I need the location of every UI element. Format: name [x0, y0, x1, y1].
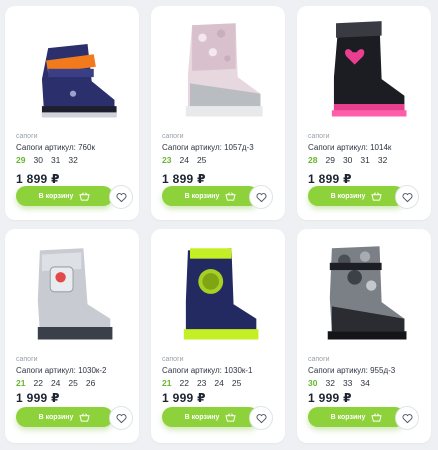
- product-price: 1 999 ₽: [162, 391, 206, 405]
- size-option[interactable]: 34: [360, 378, 369, 388]
- boot-navy-orange-icon: [41, 43, 117, 118]
- size-option[interactable]: 33: [343, 378, 352, 388]
- size-option[interactable]: 21: [162, 378, 171, 388]
- product-card[interactable]: сапоги Сапоги артикул: 1014к 28 29 30 31…: [297, 6, 431, 220]
- size-option[interactable]: 32: [325, 378, 334, 388]
- product-title[interactable]: Сапоги артикул: 1057д-3: [162, 143, 254, 152]
- size-option[interactable]: 32: [68, 155, 77, 165]
- basket-icon: [225, 191, 237, 201]
- size-option[interactable]: 21: [16, 378, 25, 388]
- boot-navy-lime-icon: [183, 248, 259, 340]
- size-list: 28 29 30 31 32: [308, 155, 387, 165]
- product-category: сапоги: [162, 133, 184, 140]
- size-option[interactable]: 24: [179, 155, 188, 165]
- size-option[interactable]: 25: [68, 378, 77, 388]
- basket-icon: [79, 412, 91, 422]
- add-to-cart-label: В корзину: [184, 413, 220, 421]
- product-price: 1 999 ₽: [16, 391, 60, 405]
- product-title[interactable]: Сапоги артикул: 1030к-1: [162, 366, 253, 375]
- size-option[interactable]: 23: [162, 155, 171, 165]
- product-image[interactable]: [161, 237, 275, 357]
- size-option[interactable]: 30: [308, 378, 317, 388]
- product-image[interactable]: [161, 14, 275, 134]
- boot-black-camo-icon: [327, 246, 407, 340]
- basket-icon: [79, 191, 91, 201]
- size-list: 23 24 25: [162, 155, 206, 165]
- add-to-cart-label: В корзину: [38, 413, 74, 421]
- size-option[interactable]: 29: [16, 155, 25, 165]
- product-card[interactable]: сапоги Сапоги артикул: 1030к-2 21 22 24 …: [5, 229, 139, 443]
- size-option[interactable]: 28: [308, 155, 317, 165]
- add-to-cart-label: В корзину: [330, 413, 366, 421]
- size-option[interactable]: 22: [33, 378, 42, 388]
- add-to-cart-button[interactable]: В корзину: [308, 186, 405, 206]
- product-category: сапоги: [308, 133, 330, 140]
- basket-icon: [371, 191, 383, 201]
- size-option[interactable]: 31: [51, 155, 60, 165]
- product-category: сапоги: [308, 356, 330, 363]
- product-category: сапоги: [16, 133, 38, 140]
- product-category: сапоги: [162, 356, 184, 363]
- add-to-cart-button[interactable]: В корзину: [162, 186, 259, 206]
- favorite-button[interactable]: [249, 185, 273, 209]
- product-grid: сапоги Сапоги артикул: 760к 29 30 31 32 …: [0, 0, 438, 450]
- basket-icon: [371, 412, 383, 422]
- size-list: 29 30 31 32: [16, 155, 78, 165]
- size-option[interactable]: 32: [378, 155, 387, 165]
- add-to-cart-button[interactable]: В корзину: [162, 407, 259, 427]
- heart-icon: [402, 413, 412, 423]
- product-card[interactable]: сапоги Сапоги артикул: 1057д-3 23 24 25 …: [151, 6, 285, 220]
- size-option[interactable]: 29: [325, 155, 334, 165]
- size-option[interactable]: 26: [86, 378, 95, 388]
- boot-pink-grey-icon: [185, 23, 263, 117]
- product-image[interactable]: [15, 14, 129, 134]
- favorite-button[interactable]: [395, 185, 419, 209]
- size-option[interactable]: 30: [33, 155, 42, 165]
- size-option[interactable]: 25: [232, 378, 241, 388]
- product-price: 1 899 ₽: [308, 172, 352, 186]
- add-to-cart-label: В корзину: [38, 192, 74, 200]
- product-title[interactable]: Сапоги артикул: 955д-3: [308, 366, 395, 375]
- product-image[interactable]: [307, 237, 421, 357]
- favorite-button[interactable]: [249, 406, 273, 430]
- product-price: 1 899 ₽: [16, 172, 60, 186]
- basket-icon: [225, 412, 237, 422]
- favorite-button[interactable]: [109, 406, 133, 430]
- size-option[interactable]: 23: [197, 378, 206, 388]
- product-title[interactable]: Сапоги артикул: 760к: [16, 143, 95, 152]
- size-option[interactable]: 24: [51, 378, 60, 388]
- product-image[interactable]: [15, 237, 129, 357]
- add-to-cart-label: В корзину: [184, 192, 220, 200]
- size-option[interactable]: 25: [197, 155, 206, 165]
- add-to-cart-button[interactable]: В корзину: [16, 186, 113, 206]
- size-list: 21 22 23 24 25: [162, 378, 241, 388]
- favorite-button[interactable]: [395, 406, 419, 430]
- product-image[interactable]: [307, 14, 421, 134]
- product-card[interactable]: сапоги Сапоги артикул: 760к 29 30 31 32 …: [5, 6, 139, 220]
- favorite-button[interactable]: [109, 185, 133, 209]
- size-option[interactable]: 24: [214, 378, 223, 388]
- boot-black-pink-heart-icon: [331, 21, 407, 117]
- size-list: 30 32 33 34: [308, 378, 370, 388]
- heart-icon: [256, 192, 266, 202]
- product-title[interactable]: Сапоги артикул: 1030к-2: [16, 366, 107, 375]
- heart-icon: [116, 413, 126, 423]
- heart-icon: [402, 192, 412, 202]
- heart-icon: [116, 192, 126, 202]
- size-option[interactable]: 31: [360, 155, 369, 165]
- product-title[interactable]: Сапоги артикул: 1014к: [308, 143, 391, 152]
- add-to-cart-button[interactable]: В корзину: [16, 407, 113, 427]
- size-option[interactable]: 30: [343, 155, 352, 165]
- add-to-cart-button[interactable]: В корзину: [308, 407, 405, 427]
- heart-icon: [256, 413, 266, 423]
- product-card[interactable]: сапоги Сапоги артикул: 955д-3 30 32 33 3…: [297, 229, 431, 443]
- boot-silver-icon: [37, 248, 113, 340]
- product-category: сапоги: [16, 356, 38, 363]
- product-price: 1 999 ₽: [308, 391, 352, 405]
- size-list: 21 22 24 25 26: [16, 378, 95, 388]
- add-to-cart-label: В корзину: [330, 192, 366, 200]
- size-option[interactable]: 22: [179, 378, 188, 388]
- product-price: 1 899 ₽: [162, 172, 206, 186]
- product-card[interactable]: сапоги Сапоги артикул: 1030к-1 21 22 23 …: [151, 229, 285, 443]
